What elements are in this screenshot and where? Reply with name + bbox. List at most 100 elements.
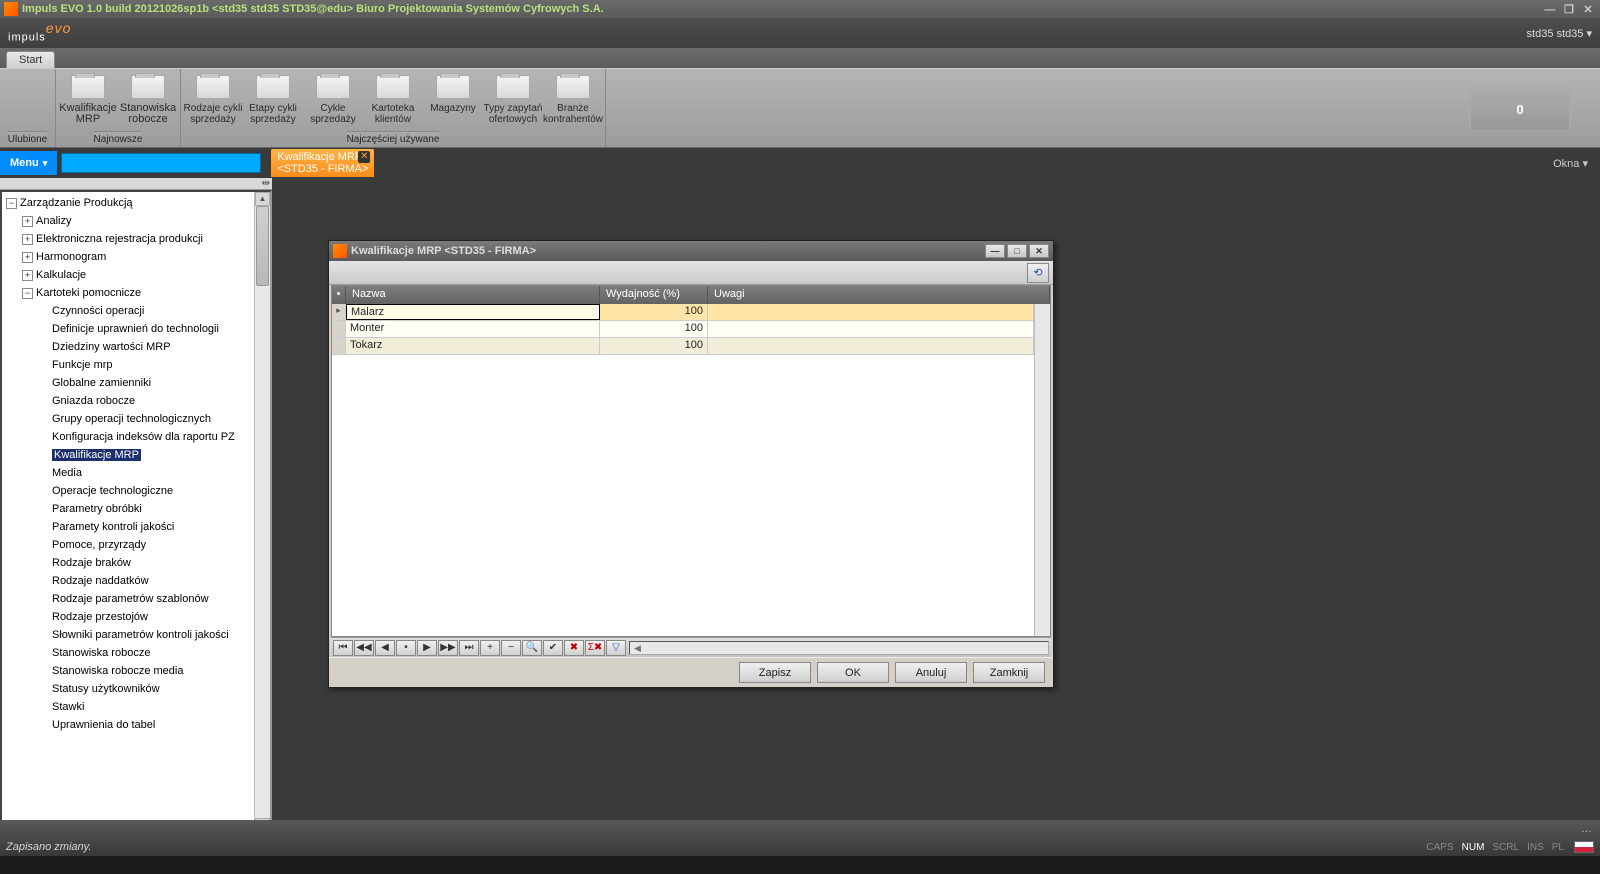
- windows-menu[interactable]: Okna ▾: [1541, 157, 1600, 170]
- row-selector[interactable]: ▸: [332, 304, 346, 320]
- zapisz-button[interactable]: Zapisz: [739, 662, 811, 683]
- tree-scrollbar-vertical[interactable]: ▲ ▼: [254, 192, 270, 832]
- nav-add-button[interactable]: +: [480, 640, 500, 656]
- ribbon-tabs: Start: [0, 48, 1600, 68]
- tree-leaf[interactable]: Rodzaje przestojów: [4, 608, 270, 626]
- tree-leaf[interactable]: Stanowiska robocze: [4, 644, 270, 662]
- tree-leaf[interactable]: Rodzaje braków: [4, 554, 270, 572]
- zamknij-button[interactable]: Zamknij: [973, 662, 1045, 683]
- grid-col-uwagi[interactable]: Uwagi: [708, 286, 1050, 304]
- tree-branch[interactable]: +Analizy: [4, 212, 270, 230]
- tree-leaf[interactable]: Rodzaje parametrów szablonów: [4, 590, 270, 608]
- tree-leaf[interactable]: Globalne zamienniki: [4, 374, 270, 392]
- cell-uwagi[interactable]: [708, 338, 1034, 354]
- ribbon-item-5[interactable]: Typy zapytańofertowych: [483, 69, 543, 131]
- tree-leaf[interactable]: Gniazda robocze: [4, 392, 270, 410]
- ribbon-item-4[interactable]: Magazyny: [423, 69, 483, 131]
- ribbon-right-box[interactable]: 0: [1470, 87, 1570, 131]
- tree-leaf[interactable]: Kwalifikacje MRP: [4, 446, 270, 464]
- tree-leaf[interactable]: Funkcje mrp: [4, 356, 270, 374]
- nav-prevpage-button[interactable]: ◀◀: [354, 640, 374, 656]
- user-menu[interactable]: std35 std35 ▾: [1527, 27, 1592, 40]
- tree-leaf[interactable]: Grupy operacji technologicznych: [4, 410, 270, 428]
- close-tab-button[interactable]: ✕: [358, 151, 370, 163]
- row-selector[interactable]: [332, 321, 346, 337]
- tree-leaf[interactable]: Słowniki parametrów kontroli jakości: [4, 626, 270, 644]
- cell-nazwa[interactable]: Monter: [346, 321, 600, 337]
- cell-wydajnosc[interactable]: 100: [600, 304, 708, 320]
- ribbon-item-1[interactable]: Etapy cyklisprzedaży: [243, 69, 303, 131]
- tree-leaf[interactable]: Dziedziny wartości MRP: [4, 338, 270, 356]
- ribbon-item-3[interactable]: Kartotekaklientów: [363, 69, 423, 131]
- inner-maximize-button[interactable]: □: [1007, 244, 1027, 258]
- maximize-button[interactable]: ❐: [1561, 3, 1577, 16]
- ok-button[interactable]: OK: [817, 662, 889, 683]
- pin-icon[interactable]: ⇹: [262, 178, 270, 189]
- grid-scrollbar-vertical[interactable]: [1034, 304, 1050, 636]
- cell-uwagi[interactable]: [708, 321, 1034, 337]
- tree-leaf[interactable]: Uprawnienia do tabel: [4, 716, 270, 734]
- table-row[interactable]: Monter100: [332, 321, 1034, 338]
- nav-sum-button[interactable]: Σ✖: [585, 640, 605, 656]
- menu-search-input[interactable]: [61, 153, 261, 173]
- nav-delete-button[interactable]: −: [501, 640, 521, 656]
- tree-root[interactable]: −Zarządzanie Produkcją: [4, 194, 270, 212]
- tree-leaf[interactable]: Paramety kontroli jakości: [4, 518, 270, 536]
- cell-wydajnosc[interactable]: 100: [600, 321, 708, 337]
- tree-leaf[interactable]: Definicje uprawnień do technologii: [4, 320, 270, 338]
- scroll-thumb[interactable]: [256, 206, 269, 286]
- row-selector[interactable]: [332, 338, 346, 354]
- anuluj-button[interactable]: Anuluj: [895, 662, 967, 683]
- inner-minimize-button[interactable]: —: [985, 244, 1005, 258]
- nav-filter-button[interactable]: ▽: [606, 640, 626, 656]
- table-row[interactable]: ▸Malarz100: [332, 304, 1034, 321]
- nav-first-button[interactable]: ⏮: [333, 640, 353, 656]
- grid-row-selector-header[interactable]: •: [332, 286, 346, 304]
- cell-uwagi[interactable]: [708, 304, 1034, 320]
- ribbon-item-2[interactable]: Cyklesprzedaży: [303, 69, 363, 131]
- inner-close-button[interactable]: ✕: [1029, 244, 1049, 258]
- ribbon-item-kwalifikacje-mrp[interactable]: KwalifikacjeMRP: [58, 69, 118, 131]
- tab-start[interactable]: Start: [6, 51, 55, 68]
- tree-leaf[interactable]: Stawki: [4, 698, 270, 716]
- cell-nazwa[interactable]: Malarz: [346, 304, 600, 320]
- nav-prev-button[interactable]: ◀: [375, 640, 395, 656]
- tree-leaf[interactable]: Parametry obróbki: [4, 500, 270, 518]
- nav-last-button[interactable]: ⏭: [459, 640, 479, 656]
- tree-leaf[interactable]: Pomoce, przyrządy: [4, 536, 270, 554]
- nav-ok-button[interactable]: ✔: [543, 640, 563, 656]
- inner-window-titlebar[interactable]: Kwalifikacje MRP <STD35 - FIRMA> — □ ✕: [329, 241, 1053, 261]
- close-button[interactable]: ✕: [1580, 3, 1596, 16]
- tree-leaf[interactable]: Media: [4, 464, 270, 482]
- nav-nextpage-button[interactable]: ▶▶: [438, 640, 458, 656]
- table-row[interactable]: Tokarz100: [332, 338, 1034, 355]
- cell-nazwa[interactable]: Tokarz: [346, 338, 600, 354]
- document-tab-kwalifikacje[interactable]: Kwalifikacje MRP <STD35 - FIRMA> ✕: [271, 149, 374, 177]
- tree-leaf[interactable]: Rodzaje naddatków: [4, 572, 270, 590]
- nav-scrollbar-horizontal[interactable]: ◀: [629, 641, 1049, 655]
- tree-leaf[interactable]: Operacje technologiczne: [4, 482, 270, 500]
- tree-leaf[interactable]: Statusy użytkowników: [4, 680, 270, 698]
- tree-branch[interactable]: −Kartoteki pomocnicze: [4, 284, 270, 302]
- tree-branch[interactable]: +Elektroniczna rejestracja produkcji: [4, 230, 270, 248]
- cell-wydajnosc[interactable]: 100: [600, 338, 708, 354]
- nav-cancel-button[interactable]: ✖: [564, 640, 584, 656]
- ins-indicator: INS: [1527, 842, 1544, 853]
- toolbar-refresh-button[interactable]: ⟲: [1027, 263, 1049, 283]
- ribbon-item-stanowiska-robocze[interactable]: Stanowiskarobocze: [118, 69, 178, 131]
- ribbon-item-0[interactable]: Rodzaje cyklisprzedaży: [183, 69, 243, 131]
- tree-leaf[interactable]: Stanowiska robocze media: [4, 662, 270, 680]
- footer-ellipsis[interactable]: …: [1581, 823, 1594, 835]
- grid-col-wydajnosc[interactable]: Wydajność (%): [600, 286, 708, 304]
- tree-leaf[interactable]: Czynności operacji: [4, 302, 270, 320]
- tree-branch[interactable]: +Harmonogram: [4, 248, 270, 266]
- grid-col-nazwa[interactable]: Nazwa: [346, 286, 600, 304]
- scroll-up-button[interactable]: ▲: [255, 192, 270, 206]
- nav-next-button[interactable]: ▶: [417, 640, 437, 656]
- nav-zoom-button[interactable]: 🔍: [522, 640, 542, 656]
- ribbon-item-6[interactable]: Branżekontrahentów: [543, 69, 603, 131]
- tree-branch[interactable]: +Kalkulacje: [4, 266, 270, 284]
- menu-button[interactable]: Menu▾: [0, 151, 57, 175]
- minimize-button[interactable]: —: [1542, 4, 1558, 16]
- tree-leaf[interactable]: Konfiguracja indeksów dla raportu PZ: [4, 428, 270, 446]
